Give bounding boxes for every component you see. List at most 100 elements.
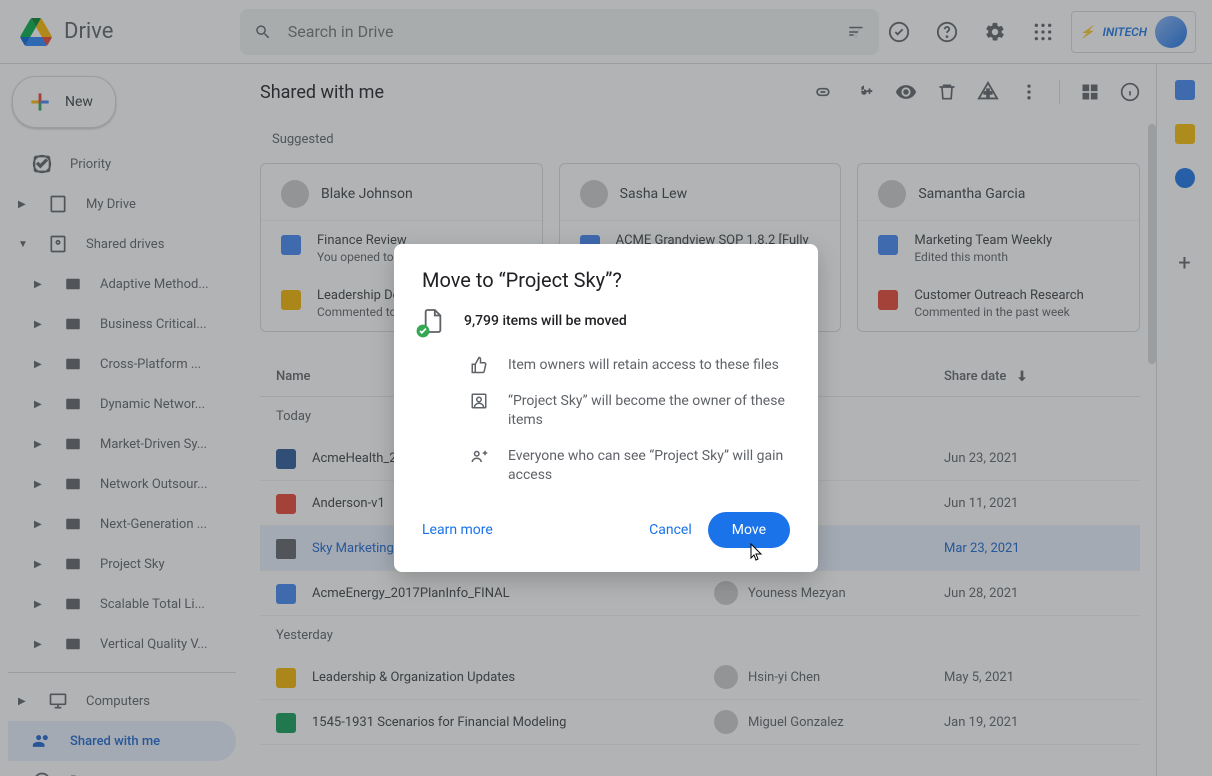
- thumb-icon: [470, 356, 490, 376]
- more-icon[interactable]: [1019, 82, 1039, 102]
- filter-icon[interactable]: [847, 22, 865, 42]
- calendar-icon[interactable]: [1175, 80, 1195, 100]
- person-avatar: [580, 180, 608, 208]
- sidebar-drive-item[interactable]: ▶Network Outsour...: [8, 464, 236, 504]
- grid-view-icon[interactable]: [1080, 82, 1100, 102]
- suggested-card[interactable]: Samantha GarciaMarketing Team WeeklyEdit…: [857, 163, 1140, 332]
- delete-icon[interactable]: [937, 82, 957, 102]
- sidebar-drive-item[interactable]: ▶Project Sky: [8, 544, 236, 584]
- new-button[interactable]: New: [12, 76, 116, 128]
- drive-logo-icon: [16, 12, 56, 52]
- file-check-icon: [422, 308, 444, 334]
- nav-shared-with-me[interactable]: Shared with me: [8, 721, 236, 761]
- nav: Priority ▶My Drive ▼Shared drives ▶Adapt…: [8, 144, 236, 776]
- file-date: Jun 23, 2021: [944, 451, 1124, 466]
- page-title: Shared with me: [260, 82, 813, 103]
- file-owner: Youness Mezyan: [714, 581, 944, 605]
- file-date: Jun 28, 2021: [944, 586, 1124, 601]
- ready-offline-icon[interactable]: [879, 12, 919, 52]
- plus-icon: [27, 89, 53, 115]
- search-box[interactable]: [240, 9, 879, 55]
- suggested-doc[interactable]: Marketing Team WeeklyEdited this month: [858, 221, 1139, 276]
- scrollbar[interactable]: [1148, 124, 1156, 364]
- suggested-label: Suggested: [272, 132, 1140, 147]
- account-avatar[interactable]: [1155, 16, 1187, 48]
- file-row[interactable]: AcmeEnergy_2017PlanInfo_FINALYouness Mez…: [260, 571, 1140, 616]
- slides-icon: [281, 290, 301, 310]
- word-icon: [276, 449, 296, 469]
- docs-icon: [878, 235, 898, 255]
- link-icon[interactable]: [813, 82, 833, 102]
- file-date: Mar 23, 2021: [944, 541, 1124, 556]
- search-icon: [254, 22, 272, 42]
- sidebar-drive-item[interactable]: ▶Dynamic Networ...: [8, 384, 236, 424]
- owner-icon: [470, 392, 490, 431]
- sidebar-drive-item[interactable]: ▶Cross-Platform ...: [8, 344, 236, 384]
- sidebar-drive-item[interactable]: ▶Adaptive Method...: [8, 264, 236, 304]
- group-label: Yesterday: [260, 616, 1140, 655]
- details-icon[interactable]: [1120, 82, 1140, 102]
- nav-recent[interactable]: Recent: [8, 761, 236, 776]
- nav-my-drive[interactable]: ▶My Drive: [8, 184, 236, 224]
- file-date: Jan 19, 2021: [944, 715, 1124, 730]
- nav-shared-drives[interactable]: ▼Shared drives: [8, 224, 236, 264]
- suggested-doc[interactable]: Customer Outreach ResearchCommented in t…: [858, 276, 1139, 331]
- help-icon[interactable]: [927, 12, 967, 52]
- person-avatar: [281, 180, 309, 208]
- move-dialog: Move to “Project Sky”? 9,799 items will …: [394, 244, 818, 572]
- suggested-person: Sasha Lew: [560, 164, 841, 221]
- learn-more-link[interactable]: Learn more: [422, 522, 493, 538]
- nav-computers[interactable]: ▶Computers: [8, 681, 236, 721]
- new-button-label: New: [65, 94, 93, 110]
- suggested-person: Samantha Garcia: [858, 164, 1139, 221]
- file-row[interactable]: 1545-1931 Scenarios for Financial Modeli…: [260, 700, 1140, 745]
- cancel-button[interactable]: Cancel: [633, 514, 708, 546]
- settings-icon[interactable]: [975, 12, 1015, 52]
- topbar: Drive ⚡INITECH: [0, 0, 1212, 64]
- nav-priority[interactable]: Priority: [8, 144, 236, 184]
- people-icon: [470, 447, 490, 486]
- sidebar-drive-item[interactable]: ▶Vertical Quality V...: [8, 624, 236, 664]
- cursor-icon: [749, 542, 765, 562]
- slides-icon: [276, 668, 296, 688]
- file-row[interactable]: Leadership & Organization UpdatesHsin-yi…: [260, 655, 1140, 700]
- person-avatar: [878, 180, 906, 208]
- keep-icon[interactable]: [1175, 124, 1195, 144]
- move-button[interactable]: Move: [708, 512, 790, 548]
- file-owner: Miguel Gonzalez: [714, 710, 944, 734]
- search-input[interactable]: [288, 22, 831, 41]
- sidebar-drive-item[interactable]: ▶Next-Generation ...: [8, 504, 236, 544]
- org-badge[interactable]: ⚡INITECH: [1071, 11, 1196, 53]
- file-owner: Hsin-yi Chen: [714, 665, 944, 689]
- dialog-title: Move to “Project Sky”?: [394, 268, 818, 308]
- sidebar: New Priority ▶My Drive ▼Shared drives ▶A…: [0, 64, 236, 776]
- docs-icon: [281, 235, 301, 255]
- sort-down-icon: [1014, 368, 1030, 384]
- right-rail: +: [1156, 64, 1212, 776]
- sidebar-drive-item[interactable]: ▶Market-Driven Sy...: [8, 424, 236, 464]
- logo-wrap[interactable]: Drive: [16, 12, 240, 52]
- share-icon[interactable]: [853, 81, 875, 103]
- pdf-icon: [878, 290, 898, 310]
- tasks-icon[interactable]: [1175, 168, 1195, 188]
- sidebar-drive-item[interactable]: ▶Scalable Total Li...: [8, 584, 236, 624]
- file-name: 1545-1931 Scenarios for Financial Modeli…: [312, 715, 714, 730]
- add-shortcut-icon[interactable]: [977, 81, 999, 103]
- top-icons: ⚡INITECH: [879, 11, 1196, 53]
- dialog-count: 9,799 items will be moved: [464, 313, 627, 329]
- org-name: INITECH: [1103, 25, 1147, 39]
- pdf-icon: [276, 494, 296, 514]
- file-name: Leadership & Organization Updates: [312, 670, 714, 685]
- sidebar-drive-item[interactable]: ▶Business Critical...: [8, 304, 236, 344]
- app-name: Drive: [64, 19, 113, 44]
- file-name: AcmeEnergy_2017PlanInfo_FINAL: [312, 586, 714, 601]
- add-panel-icon[interactable]: +: [1178, 251, 1190, 776]
- preview-icon[interactable]: [895, 81, 917, 103]
- suggested-person: Blake Johnson: [261, 164, 542, 221]
- toolbar: [813, 80, 1140, 104]
- col-date[interactable]: Share date: [944, 368, 1124, 384]
- file-date: May 5, 2021: [944, 670, 1124, 685]
- apps-icon[interactable]: [1023, 12, 1063, 52]
- folder-icon: [276, 539, 296, 559]
- file-date: Jun 11, 2021: [944, 496, 1124, 511]
